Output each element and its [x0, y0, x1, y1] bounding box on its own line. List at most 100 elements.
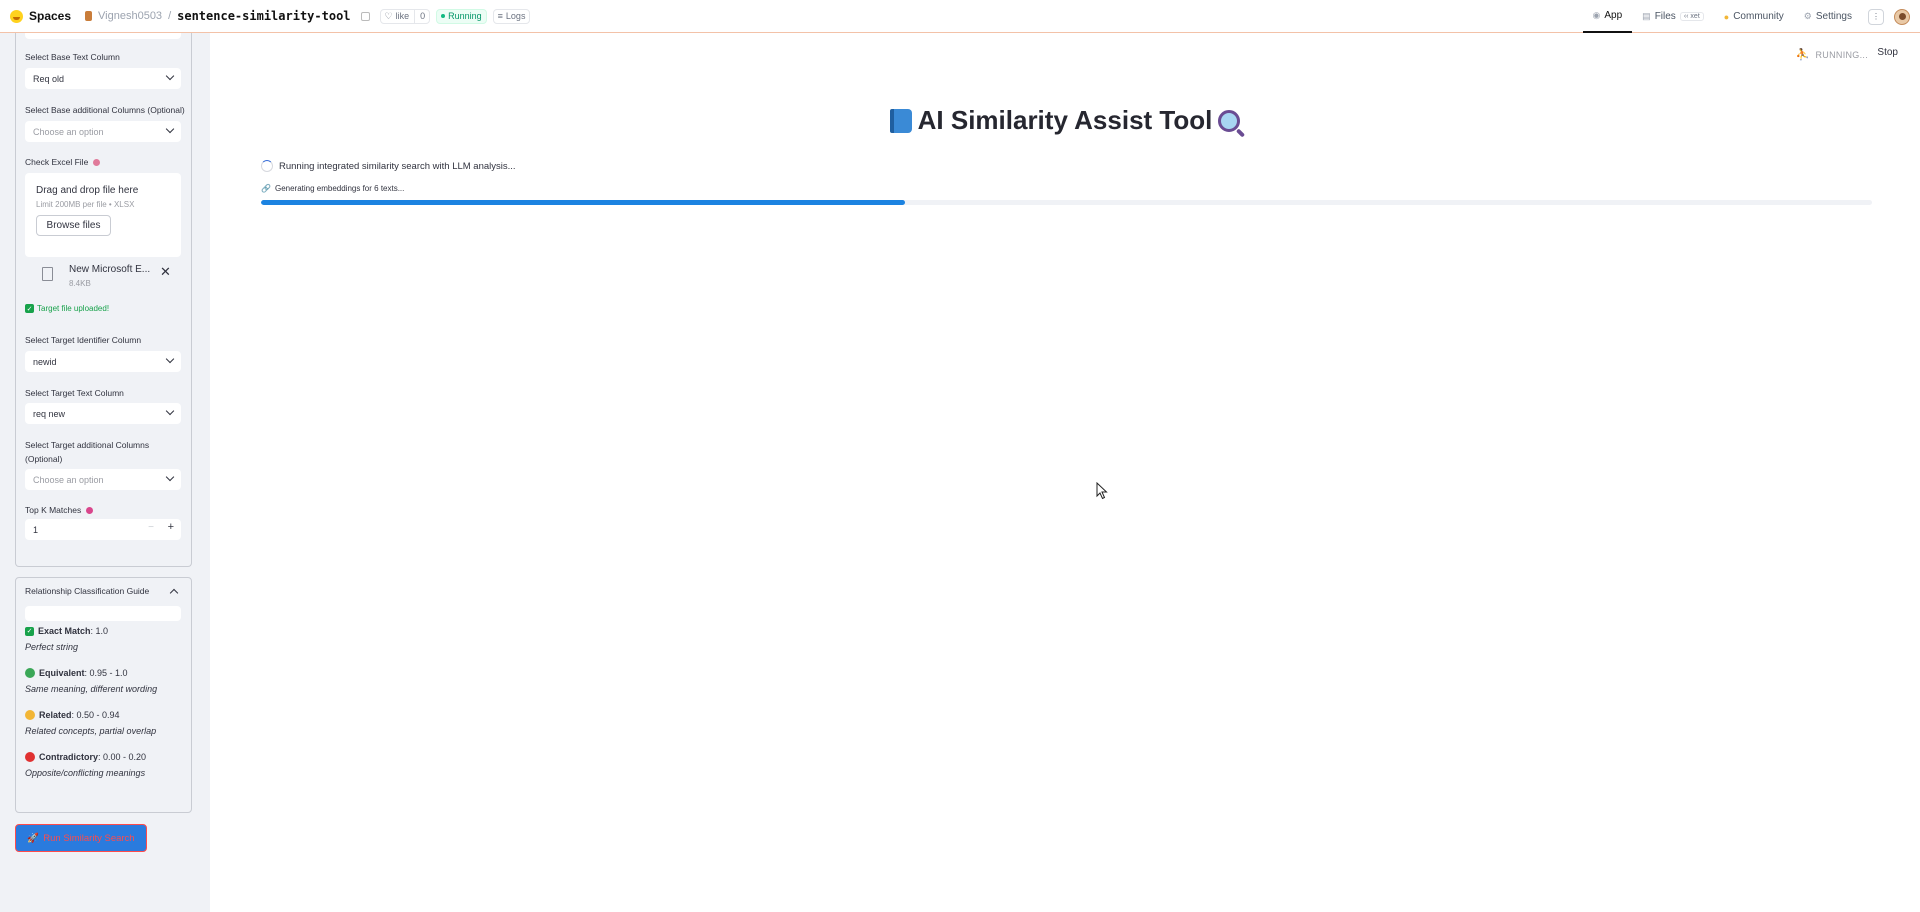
guide-desc-equivalent: Same meaning, different wording	[25, 684, 158, 694]
run-similarity-search-button[interactable]: 🚀 Run Similarity Search	[15, 824, 147, 852]
more-options-icon[interactable]: ⋮	[1868, 8, 1884, 25]
guide-desc-exact-match: Perfect string	[25, 642, 79, 652]
remove-file-close-icon[interactable]: ✕	[160, 264, 171, 280]
copy-icon[interactable]	[360, 11, 370, 21]
progress-bar	[261, 200, 1872, 205]
target-identifier-label: Select Target Identifier Column	[25, 335, 142, 345]
browse-files-button[interactable]: Browse files	[36, 215, 111, 236]
target-additional-label-line2: (Optional)	[25, 454, 63, 464]
base-additional-placeholder: Choose an option	[33, 126, 104, 137]
previous-field-edge	[25, 33, 181, 39]
chevron-down-icon	[165, 472, 175, 482]
tab-settings-label: Settings	[1815, 11, 1852, 22]
stop-button[interactable]: Stop	[1877, 47, 1898, 58]
running-status-text: RUNNING...	[1815, 49, 1868, 60]
logs-icon: ≡	[497, 11, 503, 21]
running-label: Running	[448, 11, 482, 21]
heart-icon: ♡	[384, 10, 393, 21]
target-additional-columns-select[interactable]: Choose an option	[25, 469, 181, 490]
target-text-column-value: req new	[33, 408, 66, 419]
like-count: 0	[420, 11, 426, 21]
uploaded-file-name: New Microsoft E...	[69, 264, 151, 275]
guide-item-equivalent: Equivalent: 0.95 - 1.0	[25, 668, 128, 678]
blue-book-icon	[889, 108, 912, 133]
decrement-button[interactable]: −	[148, 522, 154, 533]
rocket-icon: 🚀	[27, 832, 40, 844]
target-identifier-value: newid	[33, 356, 57, 367]
embedding-status: 🔗 Generating embeddings for 6 texts...	[261, 184, 404, 193]
huggingface-logo-icon[interactable]	[10, 9, 23, 23]
page-title-text: AI Similarity Assist Tool	[917, 105, 1213, 135]
spaces-link[interactable]: Spaces	[29, 9, 71, 23]
tab-community[interactable]: ● Community	[1714, 0, 1794, 33]
base-text-column-select[interactable]: Req old	[25, 68, 181, 89]
base-additional-columns-label: Select Base additional Columns (Optional…	[25, 105, 185, 115]
target-additional-label-line1: Select Target additional Columns	[25, 440, 150, 450]
tab-app-label: App	[1604, 10, 1623, 21]
red-circle-icon	[25, 752, 35, 762]
check-icon: ✓	[25, 626, 34, 636]
top-navigation-bar: Spaces Vignesh0503 / sentence-similarity…	[0, 0, 1920, 33]
magnifier-icon	[1218, 109, 1241, 132]
base-text-column-label: Select Base Text Column	[25, 52, 120, 62]
dropzone-title: Drag and drop file here	[36, 185, 139, 196]
main-content: ⛹ RUNNING... Stop AI Similarity Assist T…	[210, 33, 1920, 912]
files-icon: ▤	[1642, 11, 1651, 21]
target-text-column-select[interactable]: req new	[25, 403, 181, 424]
user-avatar[interactable]	[1894, 8, 1910, 25]
link-icon: 🔗	[261, 184, 271, 193]
tab-app[interactable]: ◉ App	[1582, 0, 1633, 33]
like-label: like	[395, 11, 410, 21]
guide-item-contradictory: Contradictory: 0.00 - 0.20	[25, 752, 146, 762]
guide-title[interactable]: Relationship Classification Guide	[25, 586, 149, 596]
green-circle-icon	[25, 668, 35, 678]
owner-link[interactable]: Vignesh0503	[98, 10, 162, 22]
tab-settings[interactable]: ⚙ Settings	[1794, 0, 1862, 33]
app-icon: ◉	[1592, 10, 1601, 20]
guide-desc-contradictory: Opposite/conflicting meanings	[25, 768, 146, 778]
gear-icon: ⚙	[1803, 11, 1812, 21]
running-status-indicator: ⛹ RUNNING...	[1796, 48, 1869, 61]
check-icon: ✓	[25, 304, 34, 313]
target-emoji-icon	[85, 507, 93, 515]
page-title: AI Similarity Assist Tool	[210, 105, 1920, 136]
logs-label: Logs	[505, 11, 526, 21]
dropzone-subtitle: Limit 200MB per file • XLSX	[36, 200, 135, 209]
run-button-label: Run Similarity Search	[43, 832, 135, 844]
yellow-circle-icon	[25, 710, 35, 720]
tab-community-label: Community	[1733, 11, 1784, 22]
target-additional-placeholder: Choose an option	[33, 474, 104, 485]
running-status-badge[interactable]: Running	[436, 8, 487, 24]
guide-item-exact-match: ✓ Exact Match: 1.0	[25, 626, 109, 636]
tab-files-label: Files	[1654, 11, 1676, 22]
chevron-down-icon	[165, 406, 175, 416]
guide-empty-field	[25, 606, 181, 621]
owner-avatar-icon	[85, 11, 93, 21]
tab-files[interactable]: ▤ Files ‹‹ xet	[1632, 0, 1714, 33]
community-icon: ●	[1723, 11, 1730, 22]
chevron-down-icon	[165, 71, 175, 81]
upload-success-message: ✓ Target file uploaded!	[25, 304, 110, 313]
file-dropzone[interactable]: Drag and drop file here Limit 200MB per …	[25, 173, 181, 257]
xet-badge: ‹‹ xet	[1679, 12, 1704, 21]
file-emoji-icon	[92, 159, 100, 167]
target-identifier-select[interactable]: newid	[25, 351, 181, 372]
progress-bar-fill	[261, 200, 906, 205]
loading-spinner-icon	[261, 160, 273, 172]
chevron-down-icon	[165, 124, 175, 134]
top-k-label: Top K Matches	[25, 505, 93, 515]
chevron-down-icon	[165, 354, 175, 364]
like-button[interactable]: ♡ like 0	[379, 8, 431, 24]
logs-button[interactable]: ≡ Logs	[492, 8, 531, 24]
top-k-number-input[interactable]: 1 − +	[25, 519, 181, 540]
top-k-value: 1	[33, 524, 39, 535]
base-additional-columns-select[interactable]: Choose an option	[25, 121, 181, 142]
file-icon	[42, 267, 53, 281]
increment-button[interactable]: +	[168, 521, 174, 533]
uploaded-file-size: 8.4KB	[69, 279, 91, 288]
base-text-column-value: Req old	[33, 73, 65, 84]
guide-desc-related: Related concepts, partial overlap	[25, 726, 157, 736]
path-separator: /	[168, 10, 172, 22]
repo-name-link[interactable]: sentence-similarity-tool	[177, 9, 350, 23]
guide-item-related: Related: 0.50 - 0.94	[25, 710, 120, 720]
